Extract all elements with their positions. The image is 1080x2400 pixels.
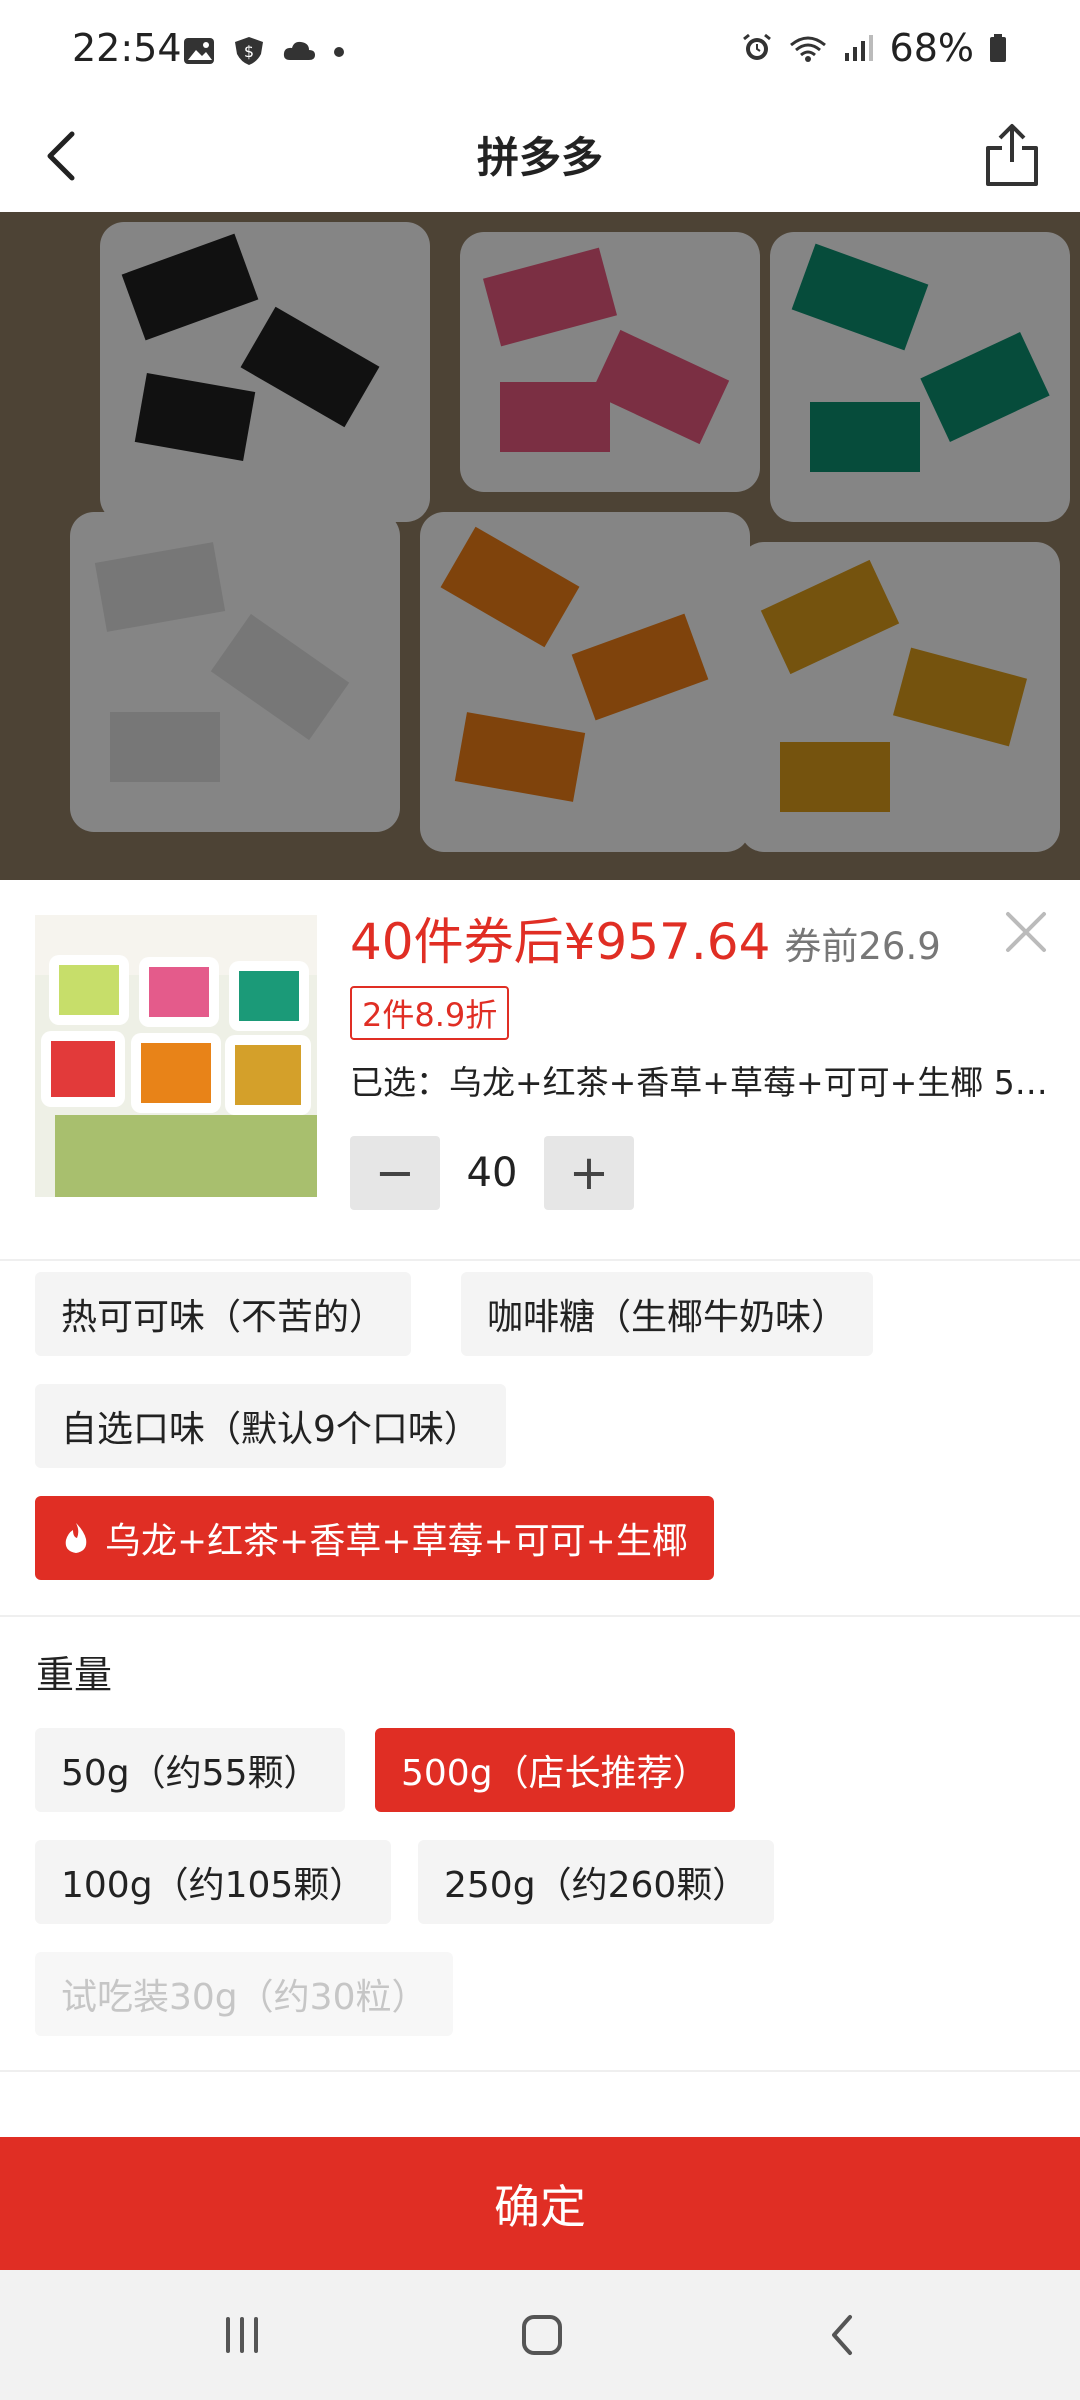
status-bar: 22:54 $ 68% [0, 0, 1080, 100]
flavor-option-custom[interactable]: 自选口味（默认9个口味） [35, 1384, 506, 1468]
product-image-backdrop[interactable] [0, 212, 1080, 880]
weight-option-100g[interactable]: 100g（约105颗） [35, 1840, 392, 1924]
sku-selection-sheet: 40件券后¥957.64 券前26.9 2件8.9折 已选：乌龙+红茶+香草+草… [0, 880, 1080, 2270]
quantity-value[interactable]: 40 [440, 1150, 544, 1196]
candy-thumbnail-image [35, 915, 317, 1197]
top-nav-bar: 拼多多 [0, 100, 1080, 212]
weight-option-500g-selected[interactable]: 500g（店长推荐） [375, 1728, 735, 1812]
flavor-option-coffee[interactable]: 咖啡糖（生椰牛奶味） [461, 1272, 874, 1356]
price-line: 40件券后¥957.64 券前26.9 [350, 902, 941, 974]
decrease-quantity-button[interactable]: − [350, 1136, 440, 1210]
page-title: 拼多多 [476, 133, 603, 182]
price-after-coupon: 40件券后¥957.64 [350, 913, 771, 971]
cloud-icon [283, 41, 315, 60]
image-icon [184, 38, 214, 64]
fire-icon [65, 1523, 87, 1553]
share-icon[interactable] [972, 116, 1052, 196]
quantity-stepper: − 40 + [350, 1136, 634, 1210]
status-time: 22:54 [72, 26, 182, 70]
shield-dollar-icon: $ [235, 37, 263, 65]
promo-badge: 2件8.9折 [350, 986, 510, 1040]
alarm-icon [742, 33, 771, 60]
svg-text:$: $ [244, 42, 254, 61]
divider [0, 1259, 1080, 1261]
flavor-option-label: 乌龙+红茶+香草+草莓+可可+生椰 [105, 1521, 688, 1562]
battery-percent: 68% [889, 26, 974, 70]
system-back-icon[interactable] [814, 2305, 874, 2365]
weight-section-title: 重量 [36, 1653, 113, 1697]
status-left-icons: $ [182, 36, 346, 66]
confirm-button[interactable]: 确定 [0, 2137, 1080, 2270]
flavor-option-mixed-selected[interactable]: 乌龙+红茶+香草+草莓+可可+生椰 [35, 1496, 714, 1580]
close-icon[interactable] [996, 902, 1056, 962]
dim-overlay[interactable] [0, 212, 1080, 880]
dot-icon [334, 47, 344, 57]
flavor-option-hot-cocoa[interactable]: 热可可味（不苦的） [35, 1272, 412, 1356]
signal-icon [844, 35, 873, 61]
wifi-icon [789, 36, 826, 62]
home-icon[interactable] [512, 2305, 572, 2365]
battery-icon [990, 34, 1006, 62]
recent-apps-icon[interactable] [212, 2305, 272, 2365]
divider [0, 1615, 1080, 1617]
system-navigation-bar [0, 2270, 1080, 2400]
weight-option-trial-30g-disabled: 试吃装30g（约30粒） [35, 1952, 454, 2036]
product-thumbnail [35, 915, 317, 1197]
divider [0, 2070, 1080, 2072]
weight-option-50g[interactable]: 50g（约55颗） [35, 1728, 346, 1812]
status-right-icons: 68% [740, 26, 1008, 70]
selected-sku-summary: 已选：乌龙+红茶+香草+草莓+可可+生椰 500g（店长推荐） [350, 1063, 1050, 1102]
increase-quantity-button[interactable]: + [544, 1136, 634, 1210]
weight-option-250g[interactable]: 250g（约260颗） [418, 1840, 775, 1924]
price-before-coupon: 券前26.9 [784, 925, 941, 968]
